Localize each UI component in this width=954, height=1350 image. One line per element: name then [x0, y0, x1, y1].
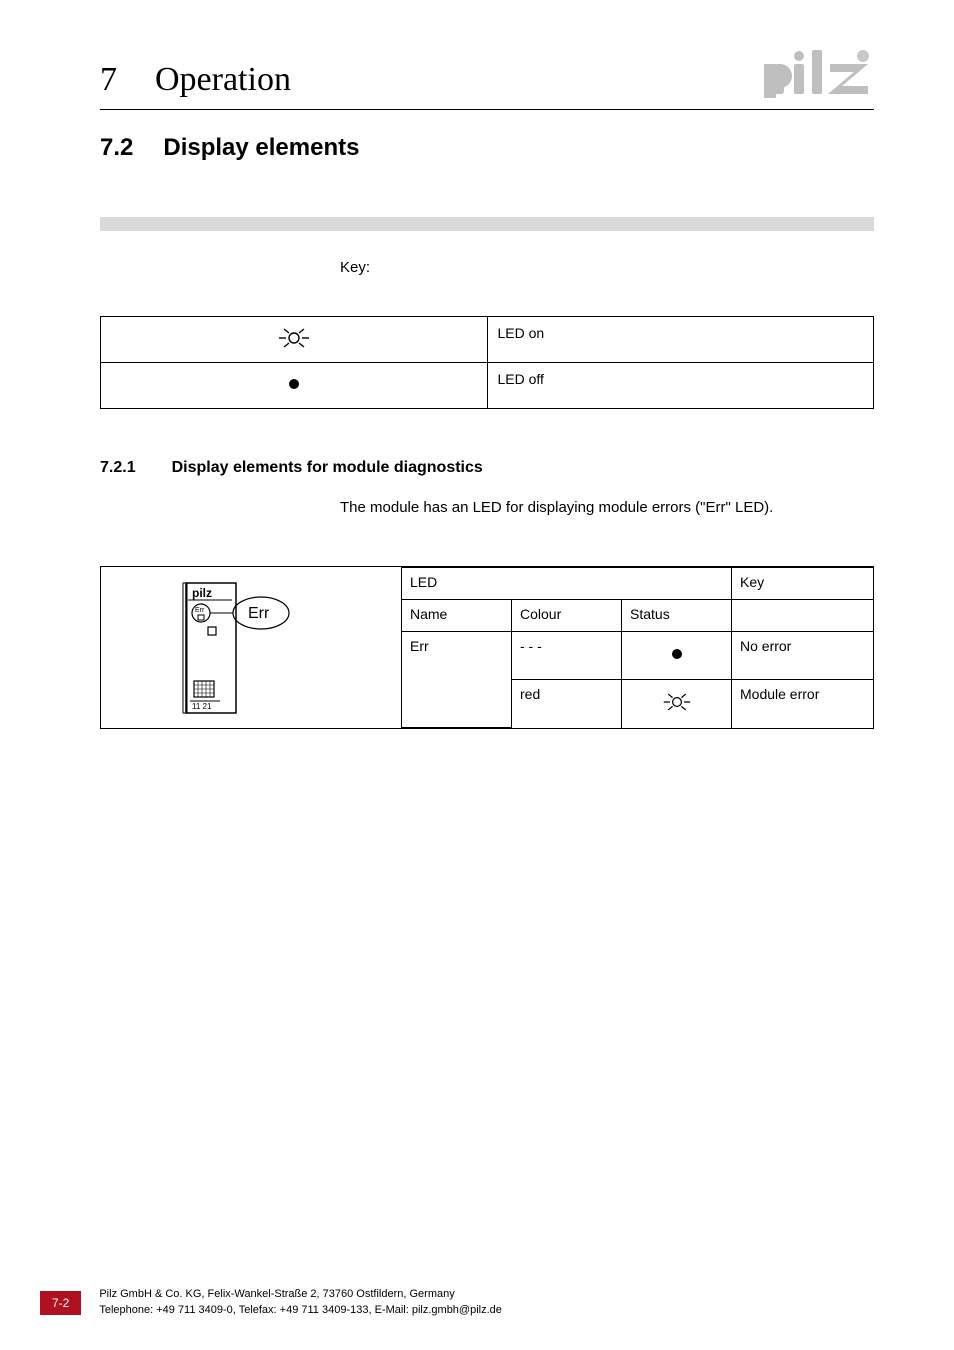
module-description: The module has an LED for displaying mod…	[0, 477, 954, 516]
status-cell	[622, 632, 732, 680]
page-footer: 7-2 Pilz GmbH & Co. KG, Felix-Wankel-Str…	[0, 1287, 954, 1318]
key-table: LED on LED off	[100, 316, 874, 409]
svg-text:Err: Err	[195, 607, 205, 614]
footer-text: Pilz GmbH & Co. KG, Felix-Wankel-Straße …	[99, 1287, 502, 1318]
section-title: Display elements	[163, 134, 359, 162]
table-row: LED on	[101, 317, 874, 363]
led-on-symbol-cell	[101, 317, 488, 363]
chapter-line: 7 Operation	[100, 61, 291, 99]
pilz-logo-icon	[764, 50, 874, 103]
section-number: 7.2	[100, 134, 133, 162]
table-row: LED Key	[402, 568, 874, 600]
led-header: LED	[402, 568, 732, 600]
led-on-label: LED on	[487, 317, 874, 363]
module-diagram-cell: pilz Err 11 21 Err	[101, 567, 401, 728]
colour-header: Colour	[512, 600, 622, 632]
name-cell: Err	[402, 632, 512, 728]
section-heading: 7.2 Display elements	[0, 110, 954, 162]
table-row: Name Colour Status	[402, 600, 874, 632]
led-on-icon	[662, 700, 692, 716]
table-row: LED off	[101, 363, 874, 409]
diagnostics-block: pilz Err 11 21 Err	[100, 566, 874, 729]
key-cell: Module error	[732, 680, 874, 728]
key-cell: No error	[732, 632, 874, 680]
name-header: Name	[402, 600, 512, 632]
diagnostics-table: LED Key Name Colour Status Err - - - No …	[401, 567, 873, 728]
chapter-number: 7	[100, 61, 117, 99]
subsection-number: 7.2.1	[100, 459, 136, 477]
chapter-title: Operation	[155, 61, 291, 99]
led-on-icon	[277, 337, 311, 353]
subsection-title: Display elements for module diagnostics	[172, 459, 483, 477]
status-cell	[622, 680, 732, 728]
module-diagram-icon: pilz Err 11 21 Err	[176, 575, 326, 720]
page-number-badge: 7-2	[40, 1291, 81, 1315]
terminal-label: 11 21	[192, 702, 212, 711]
key-header: Key	[732, 568, 874, 600]
footer-line-2: Telephone: +49 711 3409-0, Telefax: +49 …	[99, 1303, 502, 1318]
led-off-label: LED off	[487, 363, 874, 409]
colour-cell: red	[512, 680, 622, 728]
page-header: 7 Operation	[100, 0, 874, 110]
svg-text:pilz: pilz	[192, 586, 212, 600]
key-label: Key:	[0, 231, 954, 276]
section-divider	[100, 217, 874, 231]
status-header: Status	[622, 600, 732, 632]
led-off-icon	[286, 379, 302, 395]
led-off-icon	[670, 648, 684, 664]
callout-label: Err	[248, 605, 270, 622]
subsection-heading: 7.2.1 Display elements for module diagno…	[0, 409, 954, 477]
footer-line-1: Pilz GmbH & Co. KG, Felix-Wankel-Straße …	[99, 1287, 502, 1302]
colour-cell: - - -	[512, 632, 622, 680]
led-off-symbol-cell	[101, 363, 488, 409]
table-row: Err - - - No error	[402, 632, 874, 680]
